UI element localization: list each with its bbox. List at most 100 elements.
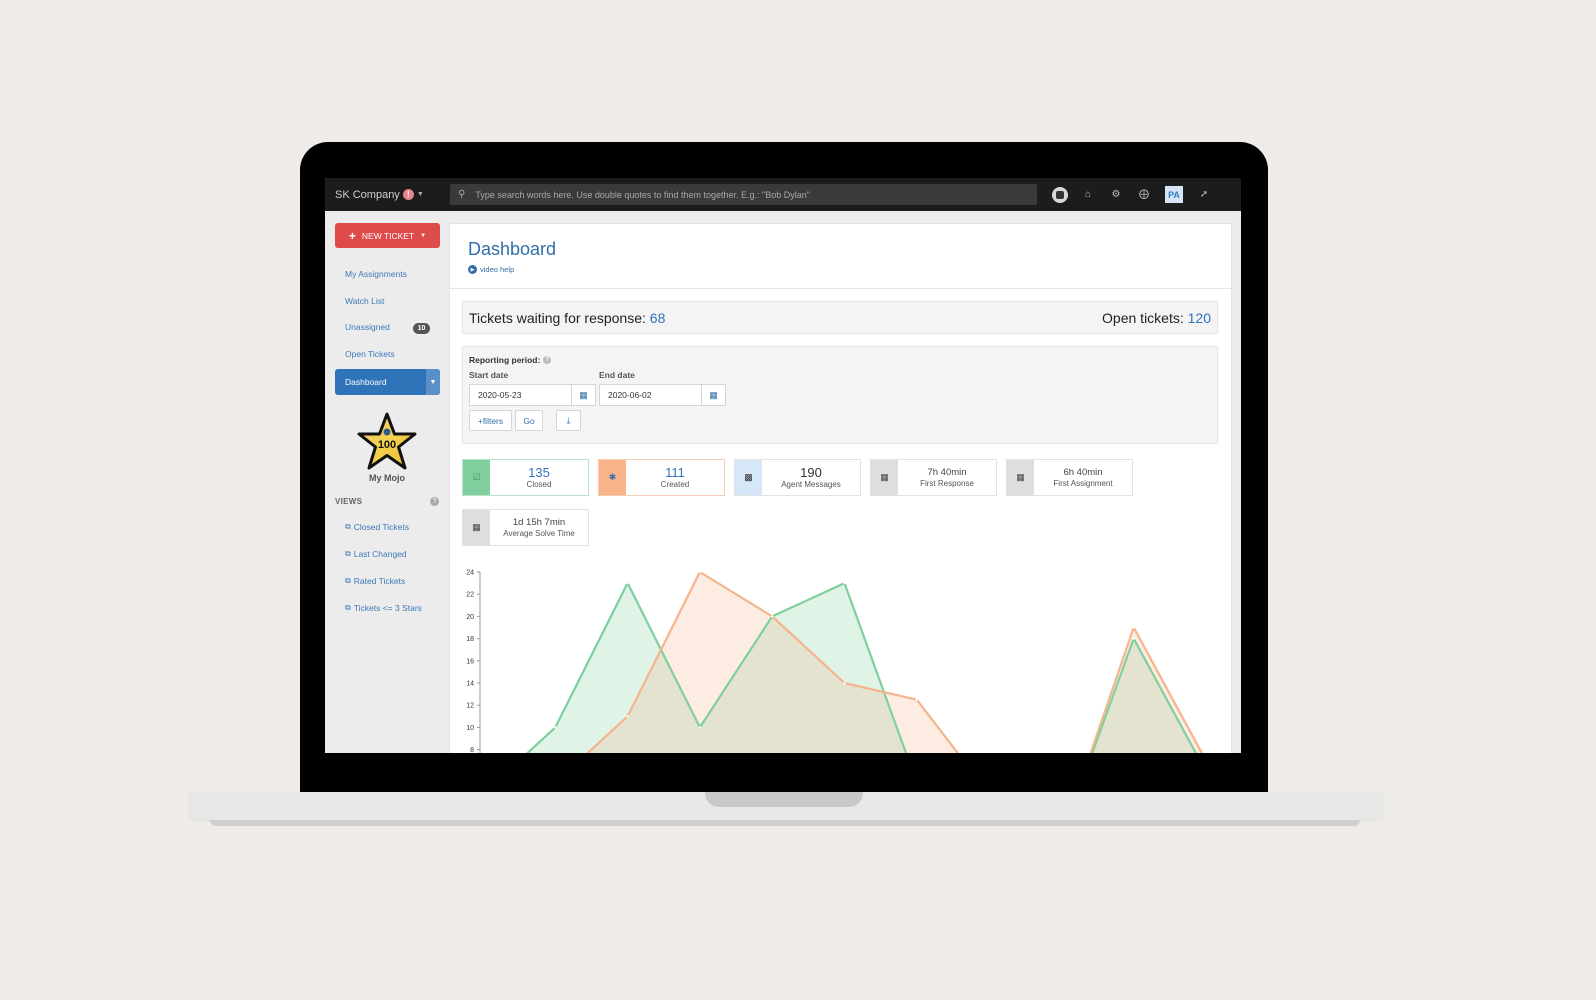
dashboard-label: Dashboard: [345, 377, 387, 387]
ticket-summary-bar: Tickets waiting for response: 68 Open ti…: [462, 301, 1218, 334]
sidebar-item-unassigned[interactable]: Unassigned: [345, 322, 390, 332]
mojo-label: My Mojo: [369, 473, 405, 483]
caret-down-icon: ▼: [420, 232, 427, 239]
external-link-icon: ⧉: [345, 576, 351, 585]
calendar-icon: ▦: [463, 510, 490, 545]
end-date-label: End date: [599, 370, 635, 380]
view-tickets-3-stars[interactable]: ⧉ Tickets <= 3 Stars: [345, 603, 422, 613]
alert-icon: !: [402, 189, 414, 200]
unassigned-count-badge: 10: [413, 323, 430, 334]
data-point-closed[interactable]: [554, 726, 557, 729]
mojo-star-icon: 100: [357, 412, 417, 470]
sidebar-item-watch-list[interactable]: Watch List: [345, 296, 384, 306]
data-point-created[interactable]: [915, 698, 918, 701]
stat-value: 7h 40min: [927, 467, 967, 478]
open-count[interactable]: 120: [1188, 310, 1211, 326]
mojo-badge[interactable]: 100 My Mojo: [355, 411, 419, 483]
search-input[interactable]: [475, 189, 1016, 200]
divider: [450, 288, 1231, 289]
stat-value: 1d 15h 7min: [512, 517, 566, 528]
sidebar-item-my-assignments[interactable]: My Assignments: [345, 269, 407, 279]
view-closed-tickets[interactable]: ⧉ Closed Tickets: [345, 522, 409, 532]
help-icon[interactable]: ?: [543, 356, 552, 364]
data-point-closed[interactable]: [843, 581, 846, 585]
views-heading: VIEWS: [335, 497, 363, 506]
laptop-base-edge: [210, 820, 1360, 826]
reporting-period-panel: Reporting period: ? Start date End date …: [462, 346, 1218, 444]
go-button[interactable]: Go: [515, 410, 543, 431]
open-label: Open tickets:: [1102, 309, 1184, 326]
record-icon[interactable]: [1052, 186, 1068, 203]
stat-label: Created: [660, 480, 690, 489]
search-box[interactable]: ⚲: [450, 184, 1037, 205]
data-point-created[interactable]: [843, 681, 846, 685]
external-link-icon: ⧉: [345, 549, 351, 558]
comment-icon: ▩: [735, 460, 762, 495]
view-rated-tickets[interactable]: ⧉ Rated Tickets: [345, 576, 405, 586]
stat-created[interactable]: ✱ 111 Created: [598, 459, 725, 496]
video-help-label: video help: [480, 265, 515, 274]
stat-label: Closed: [526, 480, 552, 489]
data-point-created[interactable]: [771, 615, 774, 618]
stat-value: 111: [665, 465, 685, 480]
end-date-field: ▦: [599, 384, 726, 406]
data-point-closed[interactable]: [1132, 637, 1135, 640]
view-label: Closed Tickets: [353, 522, 409, 532]
waiting-count[interactable]: 68: [650, 310, 666, 326]
external-link-icon: ⧉: [345, 522, 351, 531]
download-icon: ⤓: [566, 415, 571, 425]
data-point-created[interactable]: [1132, 626, 1135, 629]
video-help-link[interactable]: ▶ video help: [468, 265, 514, 274]
stat-value: 190: [800, 465, 822, 480]
data-point-closed[interactable]: [626, 581, 629, 585]
play-icon: ▶: [468, 265, 477, 274]
reporting-period-title: Reporting period: ?: [469, 355, 552, 365]
start-date-input[interactable]: [470, 385, 571, 405]
download-button[interactable]: ⤓: [556, 410, 581, 431]
home-icon[interactable]: ⌂: [1074, 189, 1102, 200]
y-tick-label: 24: [466, 570, 474, 577]
gear-icon[interactable]: ⚙: [1102, 189, 1130, 200]
help-icon[interactable]: ?: [430, 497, 439, 506]
stat-label: Average Solve Time: [503, 529, 575, 538]
calendar-icon: ▦: [871, 460, 898, 495]
view-last-changed[interactable]: ⧉ Last Changed: [345, 549, 407, 559]
rocket-icon[interactable]: ➚: [1190, 189, 1218, 200]
filters-button[interactable]: +filters: [469, 410, 512, 431]
data-point-closed[interactable]: [698, 726, 702, 729]
stat-label: Agent Messages: [781, 480, 841, 489]
stat-first-response[interactable]: ▦ 7h 40min First Response: [870, 459, 997, 496]
view-label: Rated Tickets: [353, 576, 406, 586]
nav-icons: ⌂ ⚙ ⨁ PA ➚: [1050, 184, 1218, 205]
stat-agent-messages[interactable]: ▩ 190 Agent Messages: [734, 459, 861, 496]
stat-first-assignment[interactable]: ▦ 6h 40min First Assignment: [1006, 459, 1133, 496]
new-ticket-button[interactable]: + NEW TICKET ▼: [335, 223, 440, 248]
y-tick-label: 20: [466, 614, 474, 621]
external-link-icon: ⧉: [345, 603, 351, 612]
calendar-icon[interactable]: ▦: [571, 385, 595, 405]
data-point-created[interactable]: [626, 715, 629, 718]
stat-average-solve-time[interactable]: ▦ 1d 15h 7min Average Solve Time: [462, 509, 589, 546]
asterisk-icon: ✱: [599, 460, 626, 495]
calendar-icon: ▦: [1007, 460, 1034, 495]
waiting-label: Tickets waiting for response:: [469, 309, 646, 326]
caret-down-icon[interactable]: ▼: [426, 369, 440, 395]
calendar-icon[interactable]: ▦: [701, 385, 725, 405]
caret-down-icon: ▼: [416, 191, 424, 198]
data-point-created[interactable]: [698, 570, 702, 574]
y-tick-label: 18: [466, 636, 474, 643]
y-tick-label: 14: [466, 681, 474, 688]
sidebar-item-dashboard[interactable]: Dashboard ▼: [335, 369, 440, 395]
view-label: Tickets <= 3 Stars: [353, 603, 422, 613]
new-ticket-label: NEW TICKET: [361, 230, 415, 241]
company-name: SK Company: [335, 188, 400, 201]
reporting-period-label: Reporting period:: [469, 355, 541, 365]
end-date-input[interactable]: [600, 385, 701, 405]
company-switcher[interactable]: SK Company ! ▼: [335, 189, 450, 201]
user-avatar[interactable]: PA: [1165, 186, 1183, 203]
help-lifebuoy-icon[interactable]: ⨁: [1130, 189, 1158, 200]
stat-closed[interactable]: ☑ 135 Closed: [462, 459, 589, 496]
check-square-icon: ☑: [463, 460, 490, 495]
sidebar-item-open-tickets[interactable]: Open Tickets: [345, 349, 395, 359]
dashboard-panel: Dashboard ▶ video help Tickets waiting f…: [449, 223, 1232, 753]
